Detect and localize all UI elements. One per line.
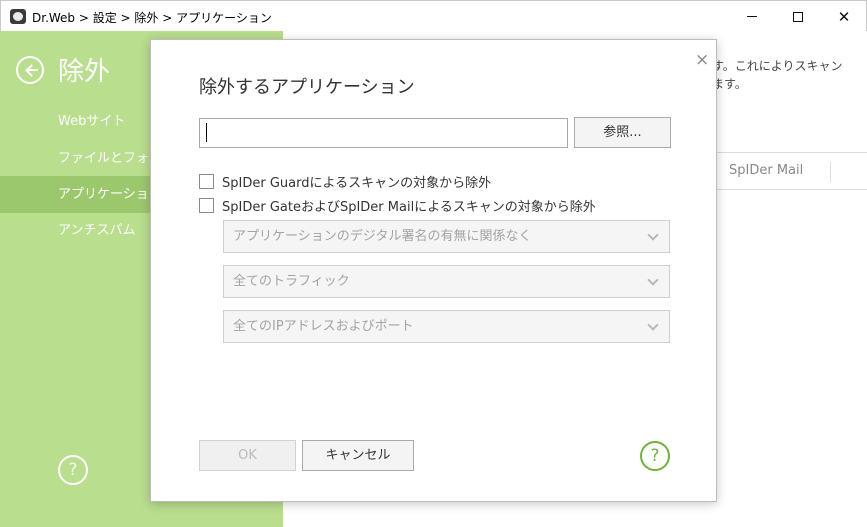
ip-port-dropdown[interactable]: 全てのIPアドレスおよびポート <box>223 310 670 343</box>
main-description: す。これによりスキャン ます。 <box>712 59 843 91</box>
ip-port-dropdown-value: 全てのIPアドレスおよびポート <box>233 319 414 334</box>
close-icon: ✕ <box>837 7 851 26</box>
browse-button[interactable]: 参照... <box>574 117 671 148</box>
chevron-down-icon <box>647 319 659 331</box>
dialog-title: 除外するアプリケーション <box>199 77 415 98</box>
text-cursor <box>206 123 207 142</box>
chevron-down-icon <box>647 274 659 286</box>
exclude-application-dialog: × 除外するアプリケーション 参照... SpIDer Guardによるスキャン… <box>150 39 717 502</box>
main-tab-bar: SpIDer Mail <box>705 152 867 190</box>
digital-signature-dropdown-value: アプリケーションのデジタル署名の有無に関係なく <box>233 229 532 244</box>
window-title: Dr.Web > 設定 > 除外 > アプリケーション <box>32 11 272 25</box>
sidebar-title: 除外 <box>58 57 111 87</box>
spider-guard-checkbox-label: SpIDer Guardによるスキャンの対象から除外 <box>222 175 492 191</box>
traffic-dropdown[interactable]: 全てのトラフィック <box>223 265 670 298</box>
drweb-logo-icon <box>10 9 26 24</box>
ok-button[interactable]: OK <box>199 440 296 471</box>
minimize-icon <box>747 16 757 17</box>
spider-gate-mail-checkbox-label: SpIDer GateおよびSpIDer Mailによるスキャンの対象から除外 <box>222 199 596 215</box>
spider-guard-checkbox-row[interactable]: SpIDer Guardによるスキャンの対象から除外 <box>199 172 492 191</box>
spider-gate-mail-checkbox-row[interactable]: SpIDer GateおよびSpIDer Mailによるスキャンの対象から除外 <box>199 196 596 215</box>
digital-signature-dropdown[interactable]: アプリケーションのデジタル署名の有無に関係なく <box>223 220 670 253</box>
close-icon[interactable]: × <box>695 50 709 70</box>
spider-gate-mail-checkbox[interactable] <box>199 197 214 213</box>
tab-divider <box>830 162 831 182</box>
minimize-button[interactable] <box>729 1 775 32</box>
maximize-icon <box>793 11 803 22</box>
maximize-button[interactable] <box>775 1 821 32</box>
traffic-dropdown-value: 全てのトラフィック <box>233 274 350 289</box>
back-arrow-icon[interactable] <box>16 56 44 84</box>
close-window-button[interactable]: ✕ <box>821 1 867 32</box>
spider-guard-checkbox[interactable] <box>199 173 214 189</box>
help-icon[interactable]: ? <box>58 455 88 485</box>
help-icon[interactable]: ? <box>640 441 670 471</box>
application-path-input[interactable] <box>199 118 568 148</box>
chevron-down-icon <box>647 229 659 241</box>
cancel-button[interactable]: キャンセル <box>302 440 414 471</box>
tab-spider-mail[interactable]: SpIDer Mail <box>729 163 803 178</box>
window-titlebar: Dr.Web > 設定 > 除外 > アプリケーション ✕ <box>0 0 867 31</box>
